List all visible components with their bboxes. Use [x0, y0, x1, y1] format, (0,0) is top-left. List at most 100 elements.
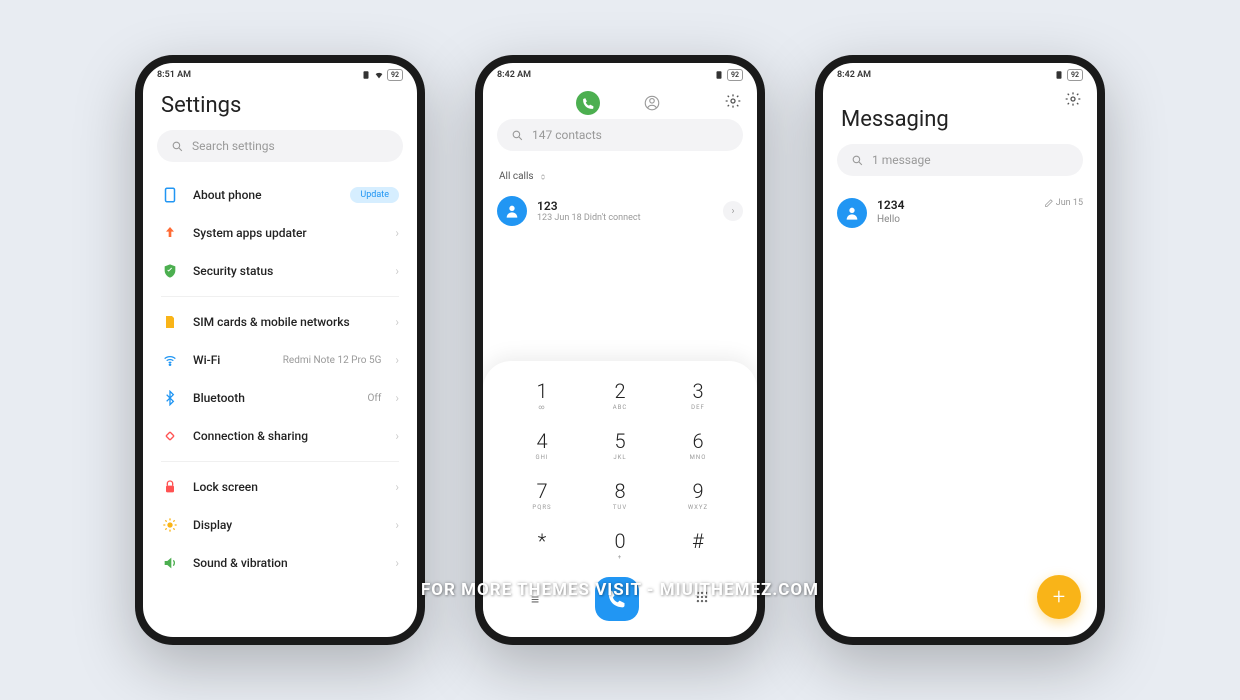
- message-preview: Hello: [877, 214, 1034, 225]
- row-value: Redmi Note 12 Pro 5G: [283, 355, 382, 366]
- dial-grid: 1∞ 2ABC 3DEF 4GHI 5JKL 6MNO 7PQRS 8TUV 9…: [503, 373, 737, 567]
- settings-icon[interactable]: [1065, 91, 1081, 111]
- key-1[interactable]: 1∞: [503, 373, 581, 417]
- message-item[interactable]: 1234 Hello Jun 15: [823, 190, 1097, 236]
- divider: [161, 461, 399, 462]
- sim-icon: [361, 70, 371, 80]
- call-log-item[interactable]: 123 123 Jun 18 Didn't connect ›: [483, 188, 757, 234]
- key-star[interactable]: *: [503, 523, 581, 567]
- row-sound[interactable]: Sound & vibration ›: [143, 544, 417, 582]
- divider: [161, 296, 399, 297]
- page-title: Messaging: [823, 83, 1097, 144]
- battery-icon: 92: [387, 69, 403, 81]
- filter-dropdown[interactable]: All calls: [483, 165, 757, 188]
- compose-button[interactable]: +: [1037, 575, 1081, 619]
- row-bluetooth[interactable]: Bluetooth Off ›: [143, 379, 417, 417]
- key-8[interactable]: 8TUV: [581, 473, 659, 517]
- chevron-right-icon: ›: [395, 315, 399, 329]
- chevron-right-icon: ›: [395, 480, 399, 494]
- row-system-updater[interactable]: System apps updater ›: [143, 214, 417, 252]
- status-time: 8:42 AM: [497, 70, 531, 80]
- chevron-right-icon: ›: [395, 518, 399, 532]
- avatar: [837, 198, 867, 228]
- row-connection[interactable]: Connection & sharing ›: [143, 417, 417, 455]
- phone-settings: 8:51 AM 92 Settings Search settings Abou…: [135, 55, 425, 645]
- screen-dialer: 8:42 AM 92 147 contacts All calls 123 12…: [483, 63, 757, 637]
- key-5[interactable]: 5JKL: [581, 423, 659, 467]
- chevron-right-icon: ›: [395, 429, 399, 443]
- screen-settings: 8:51 AM 92 Settings Search settings Abou…: [143, 63, 417, 637]
- key-2[interactable]: 2ABC: [581, 373, 659, 417]
- row-display[interactable]: Display ›: [143, 506, 417, 544]
- wifi-icon: [161, 351, 179, 369]
- row-label: About phone: [193, 188, 336, 202]
- phone-dialer: 8:42 AM 92 147 contacts All calls 123 12…: [475, 55, 765, 645]
- upload-icon: [161, 224, 179, 242]
- search-messages[interactable]: 1 message: [837, 144, 1083, 176]
- call-info: 123 123 Jun 18 Didn't connect: [537, 199, 713, 223]
- search-contacts[interactable]: 147 contacts: [497, 119, 743, 151]
- status-time: 8:51 AM: [157, 70, 191, 80]
- chevron-right-icon: ›: [395, 391, 399, 405]
- row-security[interactable]: Security status ›: [143, 252, 417, 290]
- key-0[interactable]: 0+: [581, 523, 659, 567]
- status-icons: 92: [361, 69, 403, 81]
- tab-phone[interactable]: [576, 91, 600, 115]
- key-4[interactable]: 4GHI: [503, 423, 581, 467]
- key-6[interactable]: 6MNO: [659, 423, 737, 467]
- draft-icon: [1044, 199, 1053, 208]
- row-about-phone[interactable]: About phone Update: [143, 176, 417, 214]
- sun-icon: [161, 516, 179, 534]
- row-lockscreen[interactable]: Lock screen ›: [143, 468, 417, 506]
- statusbar: 8:51 AM 92: [143, 63, 417, 83]
- status-time: 8:42 AM: [837, 70, 871, 80]
- sim-icon: [161, 313, 179, 331]
- status-icons: 92: [1054, 69, 1083, 81]
- tabs: [483, 83, 757, 119]
- chevron-right-icon: ›: [395, 556, 399, 570]
- battery-icon: 92: [1067, 69, 1083, 81]
- row-label: Display: [193, 518, 381, 532]
- row-label: Wi-Fi: [193, 353, 269, 367]
- status-icons: 92: [714, 69, 743, 81]
- chevron-right-icon: ›: [395, 226, 399, 240]
- key-7[interactable]: 7PQRS: [503, 473, 581, 517]
- lock-icon: [161, 478, 179, 496]
- speaker-icon: [161, 554, 179, 572]
- call-name: 123: [537, 199, 713, 213]
- message-name: 1234: [877, 198, 1034, 212]
- row-sim[interactable]: SIM cards & mobile networks ›: [143, 303, 417, 341]
- search-placeholder: Search settings: [192, 139, 275, 153]
- message-info: 1234 Hello: [877, 198, 1034, 225]
- search-placeholder: 1 message: [872, 153, 931, 167]
- chevron-right-icon: ›: [395, 264, 399, 278]
- sim-icon: [714, 70, 724, 80]
- search-placeholder: 147 contacts: [532, 128, 602, 142]
- battery-icon: 92: [727, 69, 743, 81]
- tab-contacts[interactable]: [640, 91, 664, 115]
- row-value: Off: [368, 393, 382, 404]
- search-input[interactable]: Search settings: [157, 130, 403, 162]
- filter-label: All calls: [499, 171, 534, 182]
- wifi-icon: [374, 70, 384, 80]
- update-badge: Update: [350, 187, 399, 203]
- statusbar: 8:42 AM 92: [823, 63, 1097, 83]
- sim-icon: [1054, 70, 1064, 80]
- key-hash[interactable]: #: [659, 523, 737, 567]
- row-label: Security status: [193, 264, 381, 278]
- screen-messaging: 8:42 AM 92 Messaging 1 message 1234 Hell…: [823, 63, 1097, 637]
- phone-icon: [161, 186, 179, 204]
- detail-button[interactable]: ›: [723, 201, 743, 221]
- key-9[interactable]: 9WXYZ: [659, 473, 737, 517]
- call-subtitle: 123 Jun 18 Didn't connect: [537, 213, 713, 223]
- settings-icon[interactable]: [725, 93, 741, 113]
- search-icon: [851, 154, 864, 167]
- row-wifi[interactable]: Wi-Fi Redmi Note 12 Pro 5G ›: [143, 341, 417, 379]
- watermark: FOR MORE THEMES VISIT - MIUITHEMEZ.COM: [421, 580, 819, 600]
- avatar: [497, 196, 527, 226]
- row-label: SIM cards & mobile networks: [193, 315, 381, 329]
- shield-icon: [161, 262, 179, 280]
- search-icon: [511, 129, 524, 142]
- share-icon: [161, 427, 179, 445]
- key-3[interactable]: 3DEF: [659, 373, 737, 417]
